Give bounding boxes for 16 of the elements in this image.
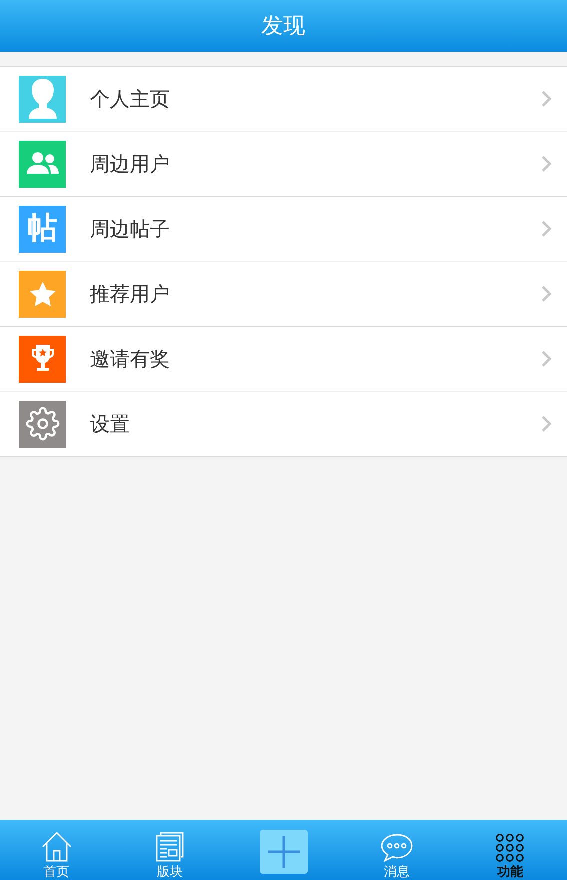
- menu-item[interactable]: 设置: [0, 391, 567, 456]
- tab-item[interactable]: 功能: [454, 820, 567, 880]
- menu-item[interactable]: 个人主页: [0, 67, 567, 131]
- menu-label: 设置: [90, 410, 131, 438]
- menu-item[interactable]: 邀请有奖: [0, 327, 567, 391]
- tab-item[interactable]: 首页: [0, 820, 114, 880]
- tab-item[interactable]: 消息: [340, 820, 454, 880]
- menu-label: 周边帖子: [90, 216, 171, 242]
- menu-label: 推荐用户: [90, 280, 171, 308]
- menu-label: 个人主页: [90, 86, 171, 112]
- page-title: 发现: [262, 13, 306, 41]
- menu-item[interactable]: 帖 周边帖子: [0, 197, 567, 261]
- tab-item[interactable]: 版块: [113, 820, 227, 880]
- menu-label: 周边用户: [90, 150, 171, 178]
- menu-label: 邀请有奖: [90, 346, 171, 372]
- post-glyph: 帖: [28, 214, 58, 244]
